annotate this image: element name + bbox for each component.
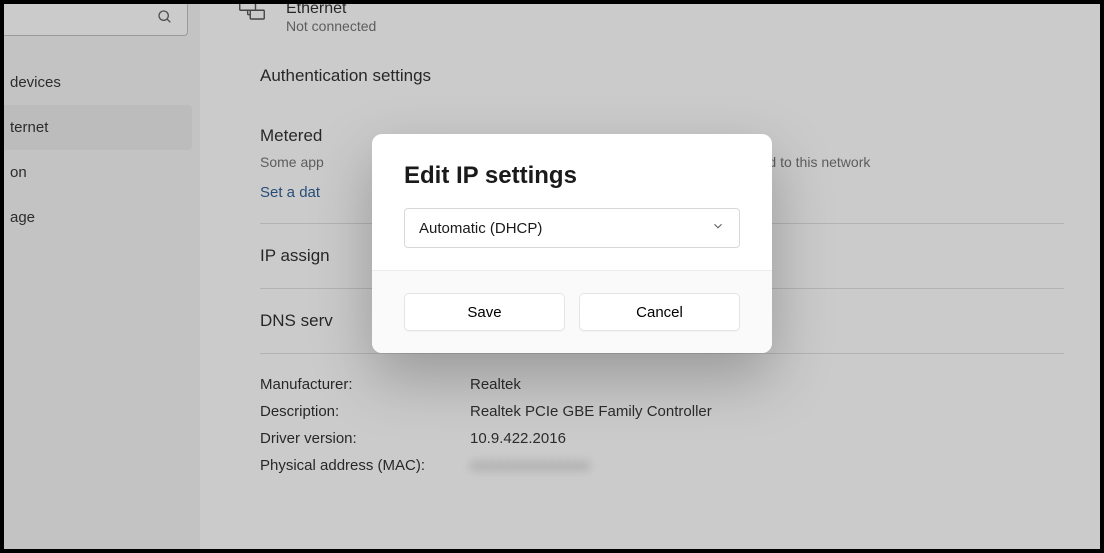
cancel-button[interactable]: Cancel	[579, 293, 740, 331]
edit-ip-settings-dialog: Edit IP settings Automatic (DHCP) Save C…	[372, 134, 772, 353]
save-button[interactable]: Save	[404, 293, 565, 331]
dialog-title: Edit IP settings	[404, 162, 740, 190]
ip-mode-select[interactable]: Automatic (DHCP)	[404, 208, 740, 248]
select-value: Automatic (DHCP)	[419, 220, 542, 237]
chevron-down-icon	[711, 219, 725, 237]
